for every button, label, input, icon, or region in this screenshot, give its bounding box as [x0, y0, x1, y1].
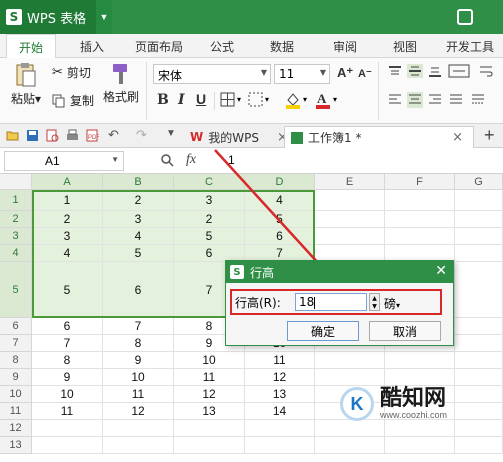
- coozhi-logo-icon: K: [340, 387, 374, 421]
- row-height-dialog: S 行高 ✕ 行高(R): 18 ▲ ▼ 磅▾ 确定 取消: [225, 260, 454, 346]
- row-height-label: 行高(R):: [235, 295, 281, 310]
- watermark: K 酷知网 www.coozhi.com: [340, 384, 500, 424]
- row-height-field-group: 行高(R): 18 ▲ ▼ 磅▾: [230, 289, 442, 315]
- unit-value: 磅: [384, 297, 397, 311]
- dialog-title-bar[interactable]: S 行高 ✕: [226, 261, 453, 283]
- dialog-title: 行高: [250, 265, 275, 280]
- spin-down-icon[interactable]: ▼: [372, 303, 377, 310]
- watermark-url: www.coozhi.com: [380, 410, 448, 420]
- ok-button[interactable]: 确定: [287, 321, 359, 341]
- close-icon[interactable]: ✕: [435, 263, 447, 279]
- cancel-button[interactable]: 取消: [369, 321, 441, 341]
- wps-logo-icon: S: [230, 265, 244, 279]
- text-caret: [314, 296, 316, 309]
- row-height-input[interactable]: 18: [295, 293, 367, 311]
- spin-up-icon[interactable]: ▲: [372, 295, 377, 302]
- row-height-value: 18: [299, 295, 315, 309]
- unit-select[interactable]: 磅▾: [384, 295, 400, 312]
- row-height-spinner[interactable]: ▲ ▼: [369, 293, 380, 311]
- watermark-name: 酷知网: [380, 386, 447, 411]
- chevron-down-icon: ▾: [396, 301, 401, 310]
